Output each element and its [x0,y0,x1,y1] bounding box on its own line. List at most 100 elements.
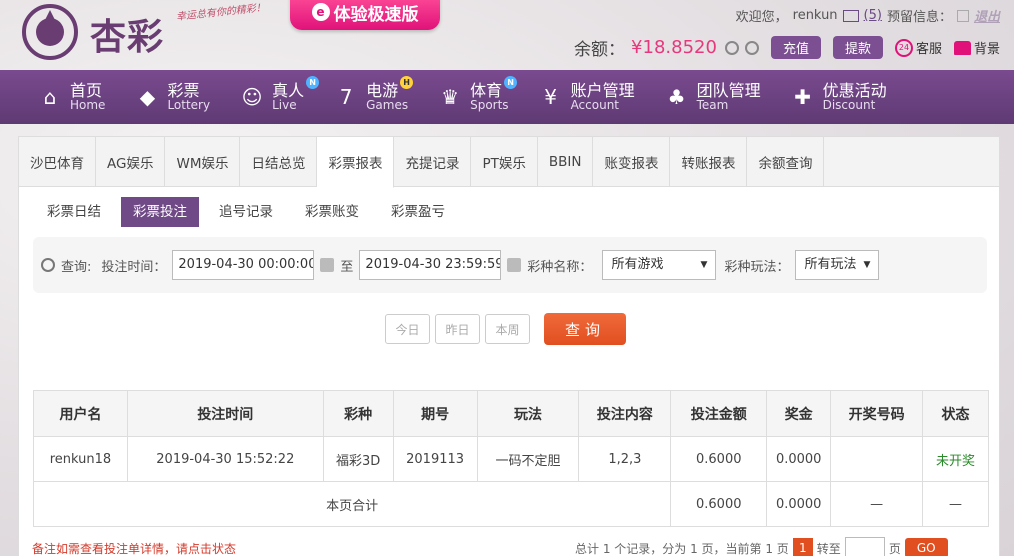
search-button[interactable]: 查询 [544,313,626,345]
table-cell: renkun18 [33,436,128,482]
deposit-button[interactable]: 充值 [770,36,821,59]
tab-8[interactable]: 账变报表 [593,137,671,186]
edit-icon[interactable] [956,9,969,22]
tab-3[interactable]: 日结总览 [240,137,318,186]
column-header: 用户名 [33,390,128,437]
sub-tabs: 彩票日结 彩票投注 追号记录 彩票账变 彩票盈亏 [35,197,999,227]
nav-badge-n: N [306,76,320,89]
account-icon: ¥ [544,85,557,109]
nav-label: 优惠活动 [822,81,887,100]
yesterday-button[interactable]: 昨日 [435,314,480,344]
column-header: 投注时间 [126,390,324,437]
nav-item-home[interactable]: ⌂ 首页 Home [38,70,106,124]
game-select[interactable]: 所有游戏 ▼ [602,250,717,280]
reserve-info-label: 预留信息： [886,10,952,25]
query-label: 查询: [61,259,92,275]
nav-item-games[interactable]: 7 电游 Games H [334,70,414,124]
logo-text[interactable]: 杏彩 [90,8,164,60]
total-label: 本页合计 [32,481,672,527]
table-header-row: 用户名 投注时间 彩种 期号 玩法 投注内容 投注金额 奖金 开奖号码 状态 [33,390,989,437]
tab-1[interactable]: AG娱乐 [96,137,166,186]
table-cell: 1,2,3 [578,436,672,482]
nav-label: 团队管理 [696,81,761,100]
gift-icon: ✚ [794,85,811,109]
play-label: 彩种玩法： [724,259,790,275]
mail-count-link[interactable]: (5) [864,8,882,23]
game-label: 彩种名称： [527,259,593,275]
table-cell [830,436,924,482]
nav-item-sports[interactable]: ♛ 体育 Sports N [438,70,518,124]
search-icon [41,258,55,272]
tab-2[interactable]: WM娱乐 [165,137,241,186]
column-header: 开奖号码 [830,390,924,437]
refresh-icon[interactable] [724,40,739,55]
promo-fast-version-button[interactable]: e 体验极速版 [290,0,440,30]
logout-link[interactable]: 退出 [974,6,1000,25]
tab-10[interactable]: 余额查询 [747,137,825,186]
total-bonus: 0.0000 [766,481,832,527]
go-button[interactable]: GO [904,538,948,556]
balance-row: 余额： ¥18.8520 充值 提款 24 客服 背景 [574,35,1000,60]
tab-7[interactable]: BBIN [538,137,594,186]
page-input[interactable] [844,537,885,556]
status-cell[interactable]: 未开奖 [922,436,989,482]
play-select[interactable]: 所有玩法 ▼ [795,250,880,280]
nav-badge-n: N [504,76,518,89]
this-week-button[interactable]: 本周 [485,314,530,344]
calendar-icon[interactable] [507,258,522,272]
tab-5[interactable]: 充提记录 [394,137,472,186]
table-cell: 2019113 [392,436,478,482]
tab-4[interactable]: 彩票报表 [317,137,395,188]
total-draw-dash: — [830,481,924,527]
current-page[interactable]: 1 [792,538,813,556]
calendar-icon[interactable] [320,258,335,272]
withdraw-button[interactable]: 提款 [832,36,883,59]
quick-buttons: 今日 昨日 本周 查询 [385,313,626,345]
live-icon: ☺ [241,85,263,109]
subtab-1[interactable]: 彩票投注 [121,197,199,227]
total-row: 本页合计 0.6000 0.0000 — — [32,481,989,527]
table-cell: 0.0000 [766,436,832,482]
main-nav: ⌂ 首页 Home ◆ 彩票 Lottery ☺ 真人 Live N 7 电游 Game… [0,70,1014,124]
query-bar: 查询: 投注时间： 2019-04-30 00:00:00 至 2019-04-… [33,237,987,293]
nav-sublabel: Home [70,98,106,112]
logo-emblem-icon[interactable] [20,2,80,62]
end-date-input[interactable]: 2019-04-30 23:59:59 [359,250,502,280]
nav-label: 首页 [70,81,103,100]
pager-info: 总计 1 个记录，分为 1 页，当前第 1 页 [575,541,789,556]
nav-item-live[interactable]: ☺ 真人 Live N [240,70,320,124]
today-button[interactable]: 今日 [385,314,430,344]
pager: 总计 1 个记录，分为 1 页，当前第 1 页 1 转至 页 GO [575,537,948,556]
nav-item-team[interactable]: ♣ 团队管理 Team [665,70,761,124]
games-icon: 7 [339,85,353,109]
tab-0[interactable]: 沙巴体育 [19,137,96,186]
nav-sublabel: Discount [822,98,876,112]
skin-button[interactable]: 背景 [953,38,1000,57]
nav-item-lottery[interactable]: ◆ 彩票 Lottery [135,70,210,124]
start-date-input[interactable]: 2019-04-30 00:00:00 [172,250,315,280]
page-unit: 页 [888,541,901,556]
tab-6[interactable]: PT娱乐 [471,137,538,186]
nav-sublabel: Live [272,98,297,112]
nav-item-discount[interactable]: ✚ 优惠活动 Discount [791,70,887,124]
customer-service-button[interactable]: 24 客服 [894,38,942,57]
table-cell: 0.6000 [670,436,768,482]
home-icon: ⌂ [43,85,57,109]
slogan: 幸运总有你的精彩！ [175,2,267,23]
tab-9[interactable]: 转账报表 [670,137,748,186]
footer-note: 备注如需查看投注单详情，请点击状态 [32,542,237,556]
team-icon: ♣ [667,85,686,109]
chevron-down-icon: ▼ [863,260,871,270]
mail-icon[interactable] [842,9,859,22]
hide-eye-icon[interactable] [744,40,759,55]
subtab-3[interactable]: 彩票账变 [293,197,371,227]
game-select-value: 所有游戏 [611,257,664,272]
subtab-2[interactable]: 追号记录 [207,197,285,227]
subtab-0[interactable]: 彩票日结 [35,197,113,227]
total-status-dash: — [922,481,989,527]
nav-item-account[interactable]: ¥ 账户管理 Account [539,70,634,124]
subtab-4[interactable]: 彩票盈亏 [379,197,457,227]
nav-sublabel: Lottery [167,98,211,112]
shirt-icon [953,40,971,55]
welcome-label: 欢迎您， [735,10,788,25]
